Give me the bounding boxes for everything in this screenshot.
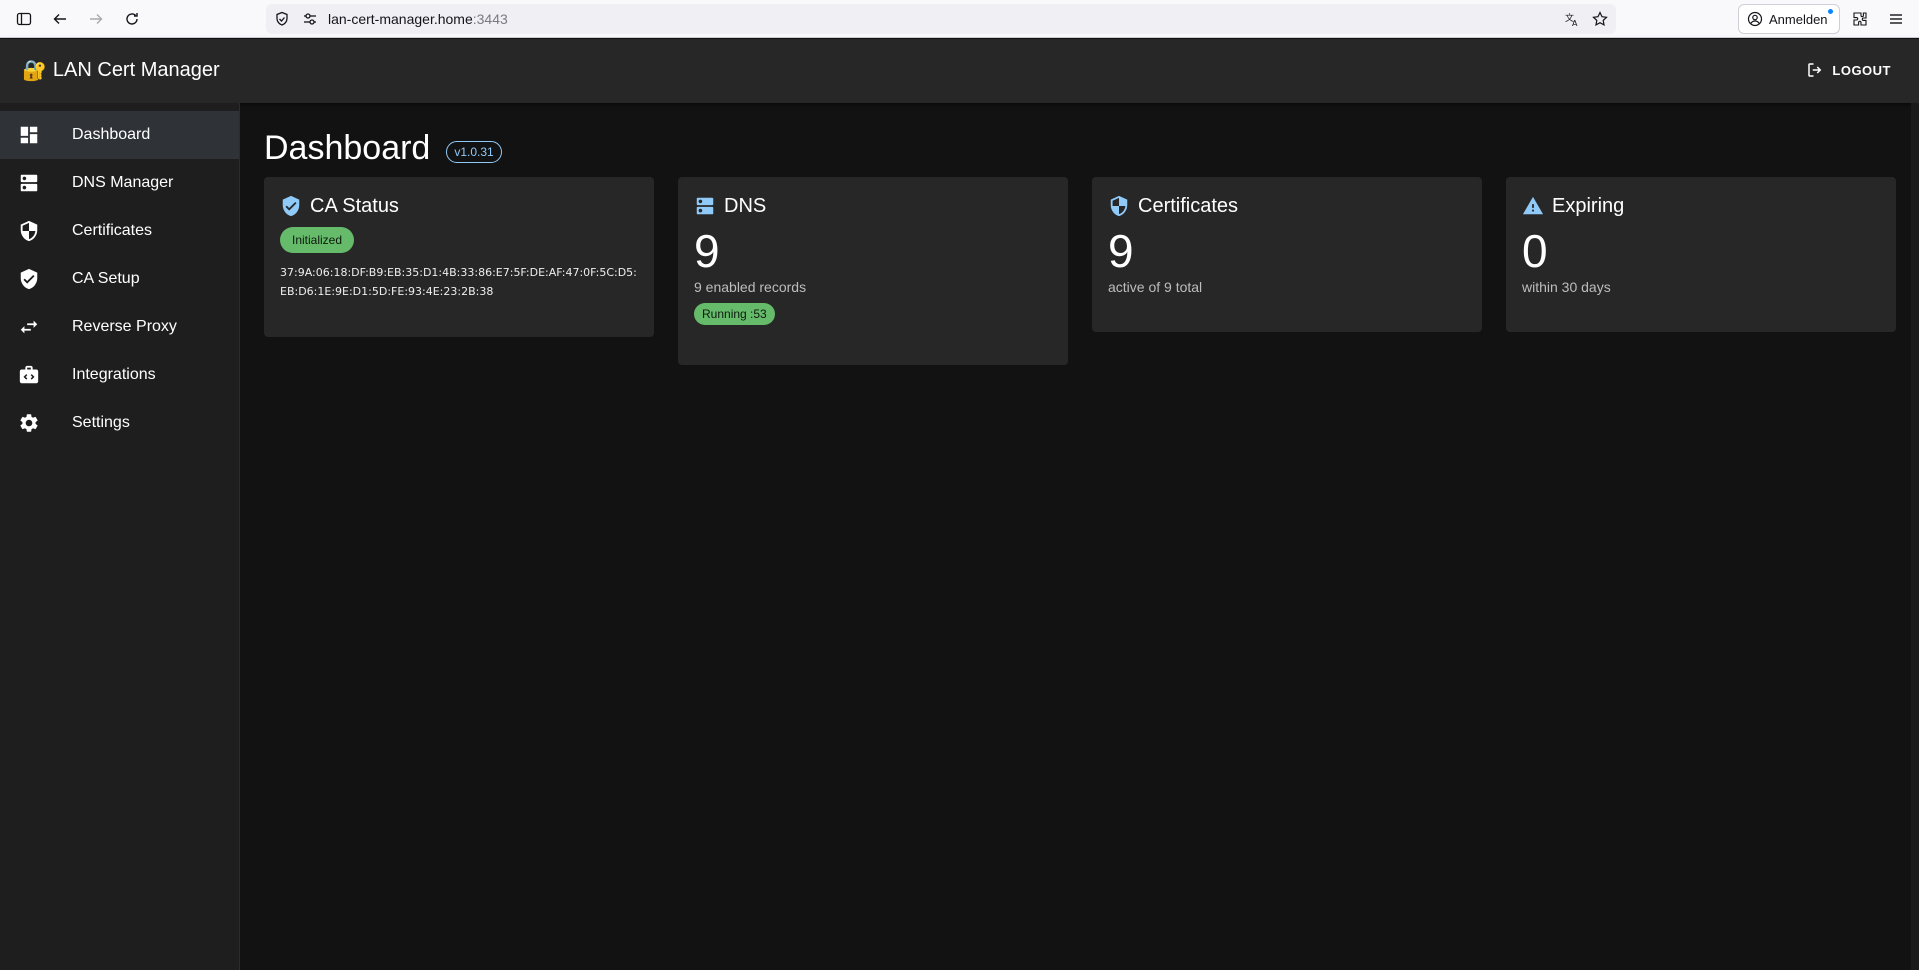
sidebar-item-label: CA Setup [72, 270, 140, 287]
logout-label: LOGOUT [1832, 62, 1891, 78]
page-header: Dashboard v1.0.31 [264, 125, 1896, 171]
svg-text:A: A [1572, 19, 1578, 27]
sidebar-toggle-icon[interactable] [12, 7, 36, 31]
extensions-icon[interactable] [1848, 7, 1872, 31]
sidebar-item-integrations[interactable]: Integrations [0, 351, 239, 399]
sidebar-item-ca-setup[interactable]: CA Setup [0, 255, 239, 303]
ca-status-chip: Initialized [280, 227, 355, 253]
expiring-count: 0 [1522, 225, 1548, 277]
card-title: CA Status [310, 194, 399, 217]
app-title: 🔐 LAN Cert Manager [22, 58, 220, 83]
dns-icon [18, 172, 40, 194]
sidebar-item-settings[interactable]: Settings [0, 399, 239, 447]
expiring-subtitle: within 30 days [1522, 279, 1611, 295]
ca-status-card: CA Status Initialized 37:9A:06:18:DF:B9:… [264, 177, 654, 337]
verified-shield-icon [282, 195, 300, 217]
signin-button[interactable]: Anmelden [1738, 4, 1840, 34]
sidebar-item-label: Settings [72, 414, 130, 431]
card-header: Expiring [1522, 193, 1880, 219]
notification-dot [1828, 9, 1833, 14]
main-content: Dashboard v1.0.31 CA Status Initialized … [264, 125, 1896, 365]
verified-shield-icon [18, 268, 40, 290]
shield-icon [1110, 195, 1128, 217]
logout-button[interactable]: LOGOUT [1806, 61, 1891, 79]
logout-icon [1808, 63, 1822, 77]
url-host: lan-cert-manager.home [328, 11, 473, 27]
expiring-card: Expiring 0 within 30 days [1506, 177, 1896, 332]
sidebar-item-dns-manager[interactable]: DNS Manager [0, 159, 239, 207]
warning-icon [1522, 196, 1544, 215]
version-badge: v1.0.31 [446, 141, 502, 163]
url-port: :3443 [472, 11, 508, 27]
sidebar-item-dashboard[interactable]: Dashboard [0, 111, 239, 159]
dns-count: 9 [694, 225, 720, 277]
integration-icon [18, 364, 40, 386]
url-bar[interactable]: lan-cert-manager.home:3443 文A [266, 4, 1616, 34]
sidebar-item-reverse-proxy[interactable]: Reverse Proxy [0, 303, 239, 351]
ca-fingerprint: 37:9A:06:18:DF:B9:EB:35:D1:4B:33:86:E7:5… [280, 266, 637, 298]
sidebar-item-label: Reverse Proxy [72, 318, 177, 335]
account-icon [1747, 11, 1763, 27]
browser-toolbar: lan-cert-manager.home:3443 文A Anmelden [0, 0, 1919, 38]
permissions-icon[interactable] [302, 11, 318, 27]
card-title: Expiring [1552, 194, 1625, 217]
lock-key-icon: 🔐 [22, 60, 47, 82]
app-title-text: LAN Cert Manager [52, 59, 220, 81]
gear-icon [18, 412, 40, 434]
back-icon[interactable] [48, 7, 72, 31]
dns-subtitle: 9 enabled records [694, 279, 807, 295]
sidebar-item-label: Dashboard [72, 126, 151, 143]
card-title: DNS [724, 194, 767, 217]
translate-icon[interactable]: 文A [1564, 11, 1580, 27]
card-header: Certificates [1108, 193, 1466, 219]
forward-icon[interactable] [84, 7, 108, 31]
site-security-icon[interactable] [274, 11, 290, 27]
menu-icon[interactable] [1884, 7, 1908, 31]
certificates-count: 9 [1108, 225, 1134, 277]
card-header: CA Status [280, 193, 638, 219]
sidebar-item-label: Certificates [72, 222, 153, 239]
sidebar-item-label: Integrations [72, 366, 156, 383]
reload-icon[interactable] [120, 7, 144, 31]
page-title: Dashboard [264, 128, 431, 167]
dns-icon [696, 197, 714, 215]
stats-cards: CA Status Initialized 37:9A:06:18:DF:B9:… [264, 177, 1896, 377]
swap-arrows-icon [18, 316, 40, 338]
page-scrollbar[interactable] [1911, 103, 1919, 970]
sidebar-item-certificates[interactable]: Certificates [0, 207, 239, 255]
url-text[interactable]: lan-cert-manager.home:3443 [328, 11, 508, 27]
dashboard-icon [18, 124, 40, 146]
certificates-subtitle: active of 9 total [1108, 279, 1203, 295]
shield-icon [18, 220, 40, 242]
card-header: DNS [694, 193, 1052, 219]
app-header: 🔐 LAN Cert Manager LOGOUT [0, 39, 1919, 103]
dns-card: DNS 9 9 enabled records Running :53 [678, 177, 1068, 365]
sidebar-item-label: DNS Manager [72, 174, 174, 191]
dns-status-chip: Running :53 [694, 303, 775, 325]
signin-label: Anmelden [1769, 11, 1828, 27]
bookmark-star-icon[interactable] [1592, 11, 1608, 27]
sidebar-nav: Dashboard DNS Manager Certificates CA Se… [0, 103, 240, 970]
certificates-card: Certificates 9 active of 9 total [1092, 177, 1482, 332]
card-title: Certificates [1138, 194, 1239, 217]
